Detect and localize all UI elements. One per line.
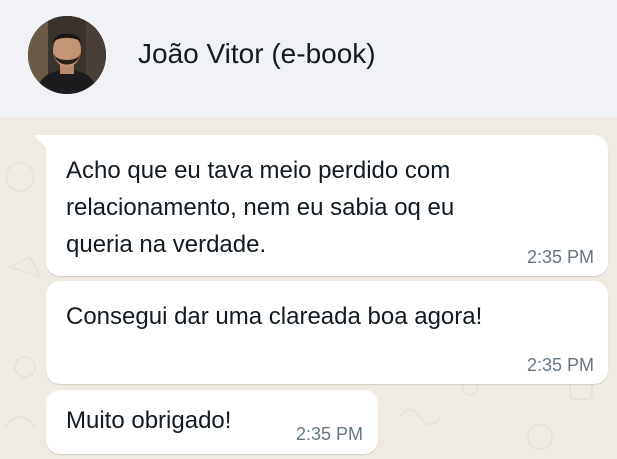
incoming-message-bubble[interactable]: Muito obrigado! 2:35 PM	[46, 390, 378, 454]
message-text: Consegui dar uma clareada boa agora!	[66, 298, 592, 335]
message-timestamp: 2:35 PM	[526, 247, 594, 267]
contact-name[interactable]: João Vitor (e-book)	[138, 38, 376, 70]
avatar-photo-icon	[28, 16, 106, 94]
chat-header: João Vitor (e-book)	[0, 0, 617, 117]
message-line: Acho que eu tava meio perdido com	[66, 157, 451, 184]
message-text: Acho que eu tava meio perdido com relaci…	[66, 152, 592, 263]
bubble-tail-icon	[34, 135, 54, 157]
message-line: relacionamento, nem eu sabia oq eu	[66, 194, 455, 221]
message-line: queria na verdade.	[66, 231, 267, 258]
message-timestamp: 2:35 PM	[295, 424, 363, 444]
message-timestamp: 2:35 PM	[526, 355, 594, 375]
contact-avatar[interactable]	[28, 16, 106, 94]
message-line: Consegui dar uma clareada boa agora!	[66, 303, 483, 330]
incoming-message-bubble[interactable]: Consegui dar uma clareada boa agora! 2:3…	[46, 281, 608, 384]
incoming-message-bubble[interactable]: Acho que eu tava meio perdido com relaci…	[34, 135, 608, 276]
chat-messages-area[interactable]: Acho que eu tava meio perdido com relaci…	[0, 117, 617, 459]
